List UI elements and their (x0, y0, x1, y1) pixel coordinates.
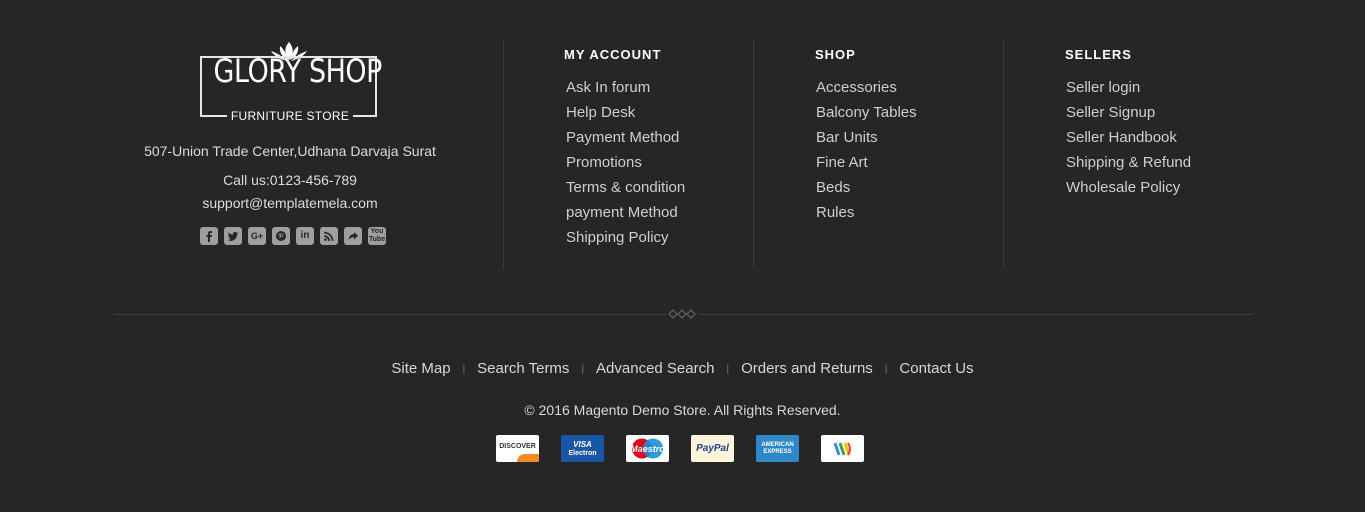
link-fine-art[interactable]: Fine Art (816, 150, 917, 175)
diamond-ornament-icon (667, 308, 699, 320)
link-payment-method[interactable]: Payment Method (566, 125, 685, 150)
separator: | (581, 363, 585, 375)
link-wholesale-policy[interactable]: Wholesale Policy (1066, 175, 1191, 200)
paypal-card-icon: PayPal (691, 435, 734, 462)
separator: | (462, 363, 466, 375)
link-bar-units[interactable]: Bar Units (816, 125, 917, 150)
link-shipping-refund[interactable]: Shipping & Refund (1066, 150, 1191, 175)
google-wallet-card-icon (821, 435, 864, 462)
column-divider (1003, 39, 1004, 269)
pinterest-icon[interactable] (272, 227, 290, 245)
social-links: G+ in You Tube (200, 227, 386, 245)
link-ask-in-forum[interactable]: Ask In forum (566, 75, 685, 100)
link-rules[interactable]: Rules (816, 200, 917, 225)
facebook-icon[interactable] (200, 227, 218, 245)
shop-links: Accessories Balcony Tables Bar Units Fin… (816, 75, 917, 225)
link-balcony-tables[interactable]: Balcony Tables (816, 100, 917, 125)
discover-card-icon: DISCOVER (496, 435, 539, 462)
link-help-desk[interactable]: Help Desk (566, 100, 685, 125)
payment-methods: DISCOVER VISA Electron Maestro PayPal AME… (496, 435, 864, 462)
share-icon[interactable] (344, 227, 362, 245)
store-email[interactable]: support@templatemela.com (114, 195, 466, 211)
link-seller-login[interactable]: Seller login (1066, 75, 1191, 100)
link-accessories[interactable]: Accessories (816, 75, 917, 100)
link-payment-method-2[interactable]: payment Method (566, 200, 685, 225)
rss-icon[interactable] (320, 227, 338, 245)
twitter-icon[interactable] (224, 227, 242, 245)
my-account-links: Ask In forum Help Desk Payment Method Pr… (566, 75, 685, 250)
link-advanced-search[interactable]: Advanced Search (596, 360, 714, 377)
amex-card-icon: AMERICAN EXPRESS (756, 435, 799, 462)
link-shipping-policy[interactable]: Shipping Policy (566, 225, 685, 250)
logo-subtitle: FURNITURE STORE (199, 109, 381, 123)
sellers-heading: SELLERS (1065, 47, 1132, 62)
link-terms-condition[interactable]: Terms & condition (566, 175, 685, 200)
google-plus-icon[interactable]: G+ (248, 227, 266, 245)
store-address: 507-Union Trade Center,Udhana Darvaja Su… (144, 143, 436, 159)
linkedin-icon[interactable]: in (296, 227, 314, 245)
sellers-links: Seller login Seller Signup Seller Handbo… (1066, 75, 1191, 200)
youtube-icon[interactable]: You Tube (368, 227, 386, 245)
link-beds[interactable]: Beds (816, 175, 917, 200)
my-account-heading: MY ACCOUNT (564, 47, 662, 62)
separator: | (884, 363, 888, 375)
column-divider (503, 39, 504, 269)
visa-electron-card-icon: VISA Electron (561, 435, 604, 462)
link-promotions[interactable]: Promotions (566, 150, 685, 175)
copyright-text: © 2016 Magento Demo Store. All Rights Re… (524, 402, 841, 418)
logo-title: GLORY SHOP (213, 52, 383, 90)
link-search-terms[interactable]: Search Terms (477, 360, 569, 377)
shop-heading: SHOP (815, 47, 856, 62)
link-site-map[interactable]: Site Map (391, 360, 450, 377)
separator: | (726, 363, 730, 375)
link-seller-signup[interactable]: Seller Signup (1066, 100, 1191, 125)
maestro-card-icon: Maestro (626, 435, 669, 462)
link-contact-us[interactable]: Contact Us (899, 360, 973, 377)
store-phone: Call us:0123-456-789 (223, 172, 357, 188)
bottom-nav: Site Map | Search Terms | Advanced Search | Or… (0, 360, 1365, 377)
link-seller-handbook[interactable]: Seller Handbook (1066, 125, 1191, 150)
link-orders-returns[interactable]: Orders and Returns (741, 360, 873, 377)
store-logo[interactable]: GLORY SHOP FURNITURE STORE (199, 40, 383, 123)
column-divider (753, 39, 754, 269)
